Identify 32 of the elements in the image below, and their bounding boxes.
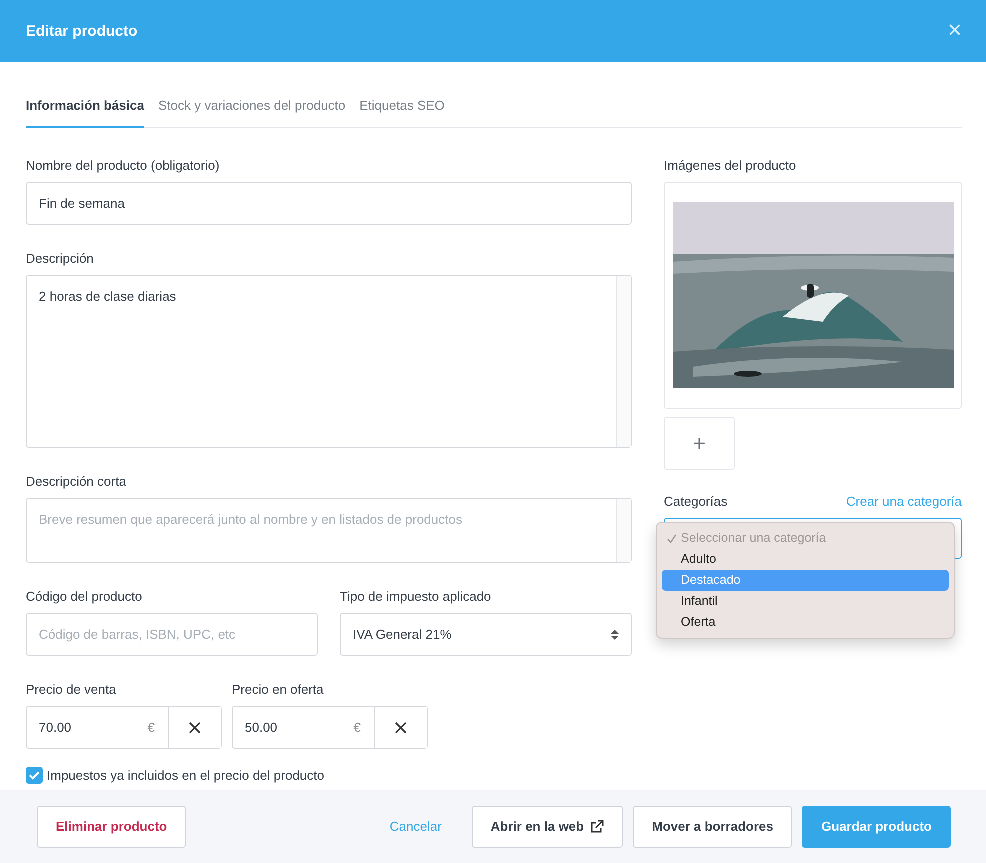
- field-label: Nombre del producto (obligatorio): [26, 158, 221, 173]
- external-link-icon: [590, 820, 604, 834]
- field-label: Categorías: [664, 494, 728, 509]
- check-icon: [29, 771, 40, 780]
- menu-item[interactable]: Infantil: [662, 591, 949, 612]
- open-web-button[interactable]: Abrir en la web: [472, 806, 624, 848]
- dialog-title: Editar producto: [26, 22, 138, 40]
- checkbox[interactable]: [26, 767, 43, 784]
- add-image-button[interactable]: +: [664, 417, 735, 470]
- menu-item[interactable]: Adulto: [662, 549, 949, 570]
- field-label: Código del producto: [26, 589, 144, 604]
- field-label: Imágenes del producto: [664, 158, 798, 173]
- scrollbar[interactable]: [616, 276, 631, 447]
- sort-arrows-icon: [611, 628, 619, 640]
- tab[interactable]: Información básica: [26, 92, 144, 128]
- input-field[interactable]: Fin de semana: [26, 182, 632, 225]
- field-label: Precio de venta: [26, 682, 118, 697]
- field-label: Descripción: [26, 251, 95, 266]
- tab[interactable]: Stock y variaciones del producto: [158, 92, 346, 128]
- text-area[interactable]: 2 horas de clase diarias: [26, 275, 632, 448]
- field-label: Precio en oferta: [232, 682, 325, 697]
- input-field[interactable]: Código de barras, ISBN, UPC, etc: [26, 613, 318, 656]
- field-label: Tipo de impuesto aplicado: [340, 589, 492, 604]
- scrollbar[interactable]: [616, 499, 631, 562]
- field-label: Descripción corta: [26, 474, 128, 489]
- delete-button[interactable]: Eliminar producto: [37, 806, 186, 848]
- text-area[interactable]: Breve resumen que aparecerá junto al nombre y en listados de productos: [26, 498, 632, 563]
- select-field[interactable]: IVA General 21%: [340, 613, 632, 656]
- menu-item[interactable]: Oferta: [662, 612, 949, 633]
- checkbox-label: Impuestos ya incluidos en el precio del producto: [47, 768, 324, 783]
- move-to-drafts-button[interactable]: Mover a borradores: [633, 806, 792, 848]
- tab[interactable]: Etiquetas SEO: [360, 92, 445, 128]
